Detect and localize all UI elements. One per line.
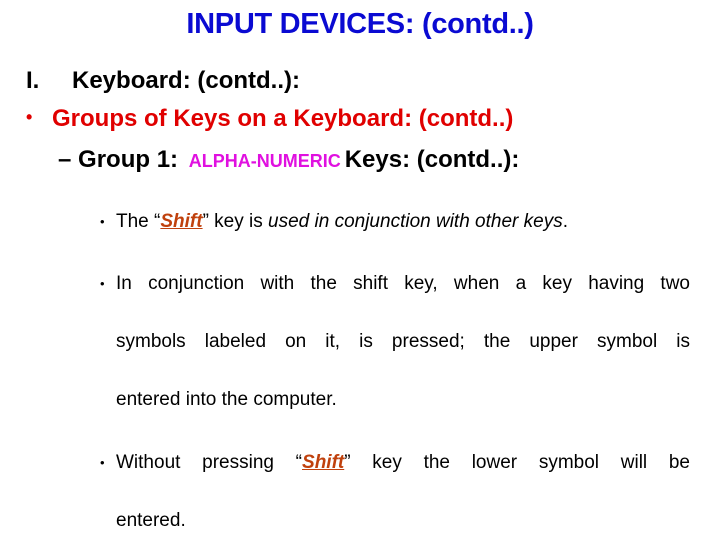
line: In conjunction with the shift key, when … bbox=[116, 273, 690, 294]
shift-emphasis: Shift bbox=[302, 452, 345, 473]
text: Without pressing “ bbox=[116, 452, 303, 473]
text: . bbox=[562, 211, 568, 232]
subheading-groups: • Groups of Keys on a Keyboard: (contd..) bbox=[26, 105, 513, 133]
subheading-groups-text: Groups of Keys on a Keyboard: (contd..) bbox=[52, 105, 514, 132]
group1-suffix: Keys: (contd..): bbox=[344, 146, 520, 173]
text: The “ bbox=[116, 211, 161, 232]
bullet-icon: • bbox=[26, 107, 33, 127]
italic-text: used in conjunction with other keys bbox=[268, 211, 563, 232]
bullet-icon: • bbox=[100, 455, 105, 470]
text: ” key the lower symbol will be bbox=[344, 452, 690, 473]
line: entered into the computer. bbox=[116, 389, 337, 410]
text: ” key is bbox=[202, 211, 269, 232]
group1-prefix: Group 1: bbox=[78, 146, 179, 173]
alpha-numeric-label: ALPHA-NUMERIC bbox=[188, 151, 341, 171]
subheading-group1: – Group 1: ALPHA-NUMERIC Keys: (contd..): bbox=[58, 146, 519, 174]
line: Without pressing “Shift” key the lower s… bbox=[116, 434, 690, 492]
slide-title: INPUT DEVICES: (contd..) bbox=[186, 8, 534, 40]
shift-emphasis: Shift bbox=[160, 211, 203, 232]
point-shift-key: • The “Shift” key is used in conjunction… bbox=[100, 193, 690, 251]
bullet-icon: • bbox=[100, 276, 105, 291]
line: symbols labeled on it, is pressed; the u… bbox=[116, 331, 690, 352]
bullet-icon: • bbox=[100, 214, 105, 229]
point-without-shift: • Without pressing “Shift” key the lower… bbox=[100, 434, 690, 550]
heading-keyboard: I. Keyboard: (contd..): bbox=[26, 67, 300, 95]
point-conjunction: • In conjunction with the shift key, whe… bbox=[100, 255, 690, 429]
line: entered. bbox=[116, 510, 186, 531]
dash-icon: – bbox=[58, 146, 72, 173]
roman-numeral: I. bbox=[26, 67, 40, 94]
heading-keyboard-text: Keyboard: (contd..): bbox=[72, 67, 300, 94]
